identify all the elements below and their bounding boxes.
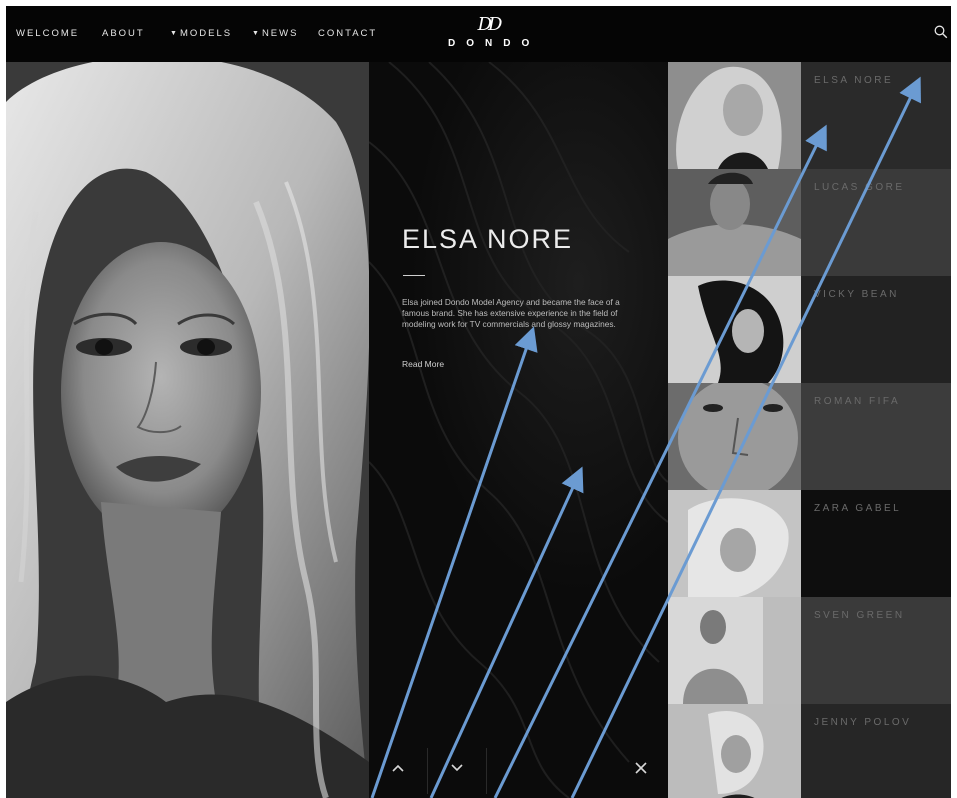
panel-background	[369, 62, 668, 798]
list-item-sven-green[interactable]: SVEN GREEN	[801, 597, 951, 704]
logo[interactable]: DD DONDO	[438, 14, 541, 50]
model-list-name: ELSA NORE	[814, 75, 894, 86]
model-list-name: JENNY POLOV	[814, 717, 912, 728]
next-button[interactable]	[428, 738, 486, 798]
list-item-lucas-gore[interactable]: LUCAS GORE	[801, 169, 951, 276]
list-item-roman-fifa[interactable]: ROMAN FIFA	[801, 383, 951, 490]
nav-item-about[interactable]: ABOUT	[102, 28, 145, 39]
chevron-up-icon	[392, 764, 404, 772]
featured-info-panel: ELSA NORE Elsa joined Dondo Model Agency…	[369, 62, 668, 798]
thumbnail-jenny-polov[interactable]	[668, 704, 801, 798]
model-list-name: ROMAN FIFA	[814, 396, 901, 407]
model-list-name: SVEN GREEN	[814, 610, 905, 621]
close-button[interactable]	[614, 738, 668, 798]
page-frame: WELCOME ABOUT ▼MODELS ▼NEWS CONTACT DD D…	[6, 6, 951, 798]
thumbnail-roman-fifa[interactable]	[668, 383, 801, 490]
thumbnail-sven-green[interactable]	[668, 597, 801, 704]
nav-item-welcome[interactable]: WELCOME	[16, 28, 79, 39]
featured-portrait	[6, 62, 369, 798]
search-icon[interactable]	[934, 25, 948, 39]
thumbnail-lucas-gore[interactable]	[668, 169, 801, 276]
model-list-name: LUCAS GORE	[814, 182, 905, 193]
nav-label: ABOUT	[102, 28, 145, 39]
previous-button[interactable]	[369, 738, 427, 798]
thumbnail-vicky-bean[interactable]	[668, 276, 801, 383]
nav-item-models[interactable]: ▼MODELS	[170, 28, 232, 39]
nav-label: WELCOME	[16, 28, 80, 39]
thumbnail-zara-gabel[interactable]	[668, 490, 801, 597]
top-nav: WELCOME ABOUT ▼MODELS ▼NEWS CONTACT DD D…	[6, 6, 951, 62]
caret-down-icon: ▼	[170, 30, 179, 37]
thumbnail-elsa-nore[interactable]	[668, 62, 801, 169]
model-list-name: ZARA GABEL	[814, 503, 902, 514]
list-item-vicky-bean[interactable]: VICKY BEAN	[801, 276, 951, 383]
chevron-down-icon	[451, 764, 463, 772]
featured-model-name: ELSA NORE	[402, 224, 574, 254]
model-thumbnails	[668, 62, 801, 798]
nav-label: CONTACT	[318, 28, 378, 39]
list-item-jenny-polov[interactable]: JENNY POLOV	[801, 704, 951, 798]
featured-bio: Elsa joined Dondo Model Agency and becam…	[402, 297, 620, 329]
control-divider	[486, 748, 487, 794]
list-item-zara-gabel[interactable]: ZARA GABEL	[801, 490, 951, 597]
nav-label: MODELS	[179, 28, 233, 39]
caret-down-icon: ▼	[252, 30, 261, 37]
model-name-list: ELSA NORE LUCAS GORE VICKY BEAN ROMAN FI…	[801, 62, 951, 798]
title-divider	[403, 275, 425, 276]
nav-item-contact[interactable]: CONTACT	[318, 28, 377, 39]
logo-mark: DD	[477, 14, 503, 35]
list-item-elsa-nore[interactable]: ELSA NORE	[801, 62, 951, 169]
model-list-name: VICKY BEAN	[814, 289, 899, 300]
nav-label: NEWS	[261, 28, 299, 39]
read-more-link[interactable]: Read More	[402, 359, 444, 369]
nav-item-news[interactable]: ▼NEWS	[252, 28, 298, 39]
logo-text: DONDO	[448, 38, 541, 49]
close-icon	[635, 762, 647, 774]
